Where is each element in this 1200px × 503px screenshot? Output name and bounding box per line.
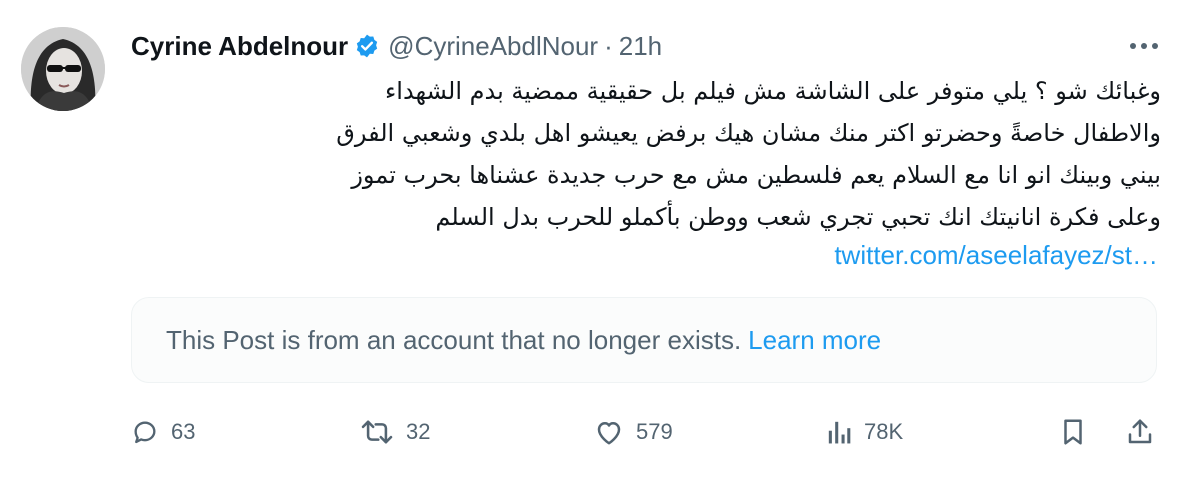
reply-count: 63 [171,419,196,444]
post-text-line: والاطفال خاصةً وحضرتو اكتر منك مشان هيك … [336,119,1161,147]
post-text-line: بيني وبينك انو انا مع السلام يعم فلسطين … [351,161,1161,189]
post-time[interactable]: 21h [619,31,662,62]
reply-button[interactable]: 63 [131,412,195,452]
verified-badge-icon [354,33,380,59]
heart-icon [594,418,624,446]
share-icon [1126,417,1154,447]
separator-dot: · [604,30,613,61]
repost-icon [360,418,394,446]
author-handle[interactable]: @CyrineAbdlNour [388,31,598,62]
bookmark-button[interactable] [1060,412,1086,452]
action-bar: 63 32 579 78K [0,412,1200,452]
author-name[interactable]: Cyrine Abdelnour [131,31,348,62]
post-text-line: وغبائك شو ؟ يلي متوفر على الشاشة مش فيلم… [384,77,1161,105]
post-link[interactable]: twitter.com/aseelafayez/st… [834,240,1158,271]
views-button[interactable]: 78K [826,412,903,452]
like-button[interactable]: 579 [594,412,673,452]
repost-count: 32 [406,419,431,444]
post-text-line: وعلى فكرة انانيتك انك تحبي تجري شعب ووطن… [435,203,1161,231]
views-count: 78K [864,419,904,444]
repost-button[interactable]: 32 [360,412,430,452]
quoted-post-notice[interactable]: This Post is from an account that no lon… [131,297,1157,383]
learn-more-link[interactable]: Learn more [748,325,881,356]
bookmark-icon [1060,417,1086,447]
more-horizontal-icon[interactable] [1126,33,1162,59]
avatar[interactable] [21,27,105,111]
like-count: 579 [636,419,673,444]
reply-icon [131,418,159,446]
share-button[interactable] [1126,412,1154,452]
post-header: Cyrine Abdelnour @CyrineAbdlNour · 21h [131,28,662,64]
post-text: وغبائك شو ؟ يلي متوفر على الشاشة مش فيلم… [131,70,1161,238]
notice-text: This Post is from an account that no lon… [166,324,742,355]
views-chart-icon [826,418,852,446]
post[interactable]: Cyrine Abdelnour @CyrineAbdlNour · 21h و… [0,0,1200,465]
